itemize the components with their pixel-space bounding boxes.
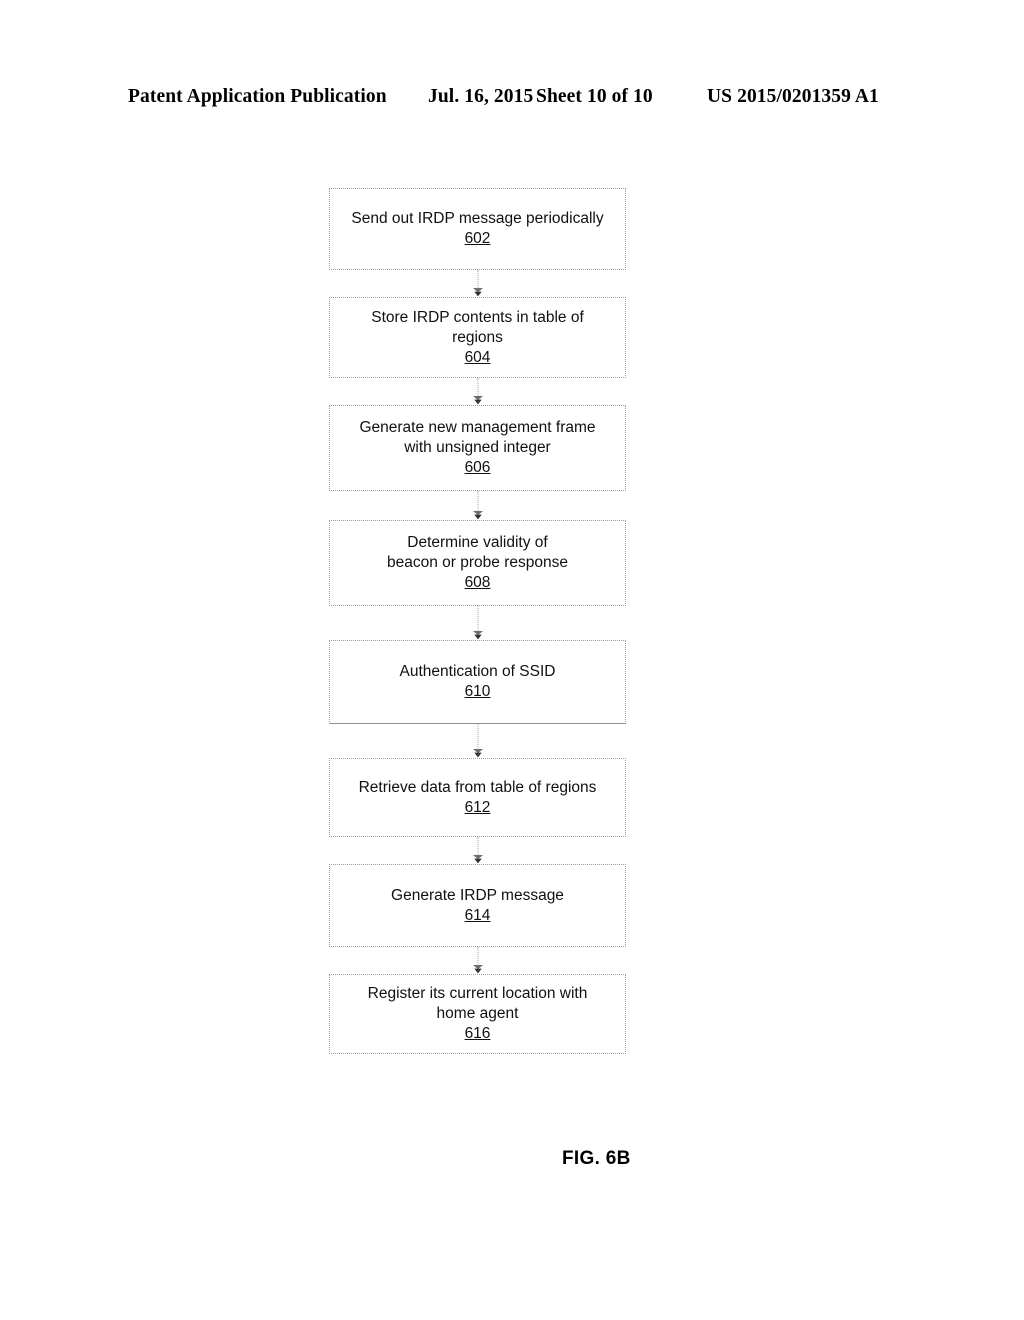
flow-node-label: Store IRDP contents in table of regions [371, 308, 584, 346]
publication-date-label: Jul. 16, 2015 [428, 86, 534, 107]
flow-node-reference: 616 [464, 1025, 491, 1042]
flow-connector [329, 947, 626, 974]
flow-node-reference: 602 [464, 230, 491, 247]
publication-number-label: US 2015/0201359 A1 [707, 86, 879, 107]
double-chevron-down-arrow-icon [472, 288, 483, 297]
flow-connector [329, 724, 626, 758]
flow-node-reference: 614 [464, 906, 491, 924]
connector-line [477, 606, 478, 633]
flow-node-label: Authentication of SSID [399, 663, 556, 680]
flow-connector [329, 837, 626, 864]
flow-connector [329, 491, 626, 520]
sheet-header: Patent Application Publication Jul. 16, … [0, 86, 1024, 116]
flow-node-reference: 612 [464, 798, 491, 816]
double-chevron-down-arrow-icon [472, 396, 483, 405]
flow-node-label: Determine validity of beacon or probe re… [387, 534, 568, 571]
connector-line [477, 378, 478, 398]
flow-node-606: Generate new management frame with unsig… [329, 405, 626, 491]
flow-node-602: Send out IRDP message periodically 602 [329, 188, 626, 270]
flow-node-610: Authentication of SSID 610 [329, 640, 626, 724]
flow-node-reference: 608 [464, 574, 491, 591]
figure-caption: FIG. 6B [562, 1148, 631, 1169]
double-chevron-down-arrow-icon [472, 511, 483, 520]
flow-node-reference: 604 [464, 348, 491, 366]
flow-node-label: Send out IRDP message periodically [351, 210, 604, 227]
flow-node-608: Determine validity of beacon or probe re… [329, 520, 626, 606]
connector-line [477, 491, 478, 513]
flow-node-reference: 606 [464, 459, 491, 476]
double-chevron-down-arrow-icon [472, 749, 483, 758]
connector-line [477, 724, 478, 751]
flow-node-604: Store IRDP contents in table of regions … [329, 297, 626, 378]
flow-node-612: Retrieve data from table of regions 612 [329, 758, 626, 837]
double-chevron-down-arrow-icon [472, 855, 483, 864]
flow-connector [329, 378, 626, 405]
flow-node-label: Generate IRDP message [391, 886, 564, 904]
double-chevron-down-arrow-icon [472, 965, 483, 974]
publication-type-label: Patent Application Publication [128, 86, 387, 107]
flow-connector [329, 270, 626, 297]
flow-node-616: Register its current location with home … [329, 974, 626, 1054]
connector-line [477, 947, 478, 967]
flow-node-label: Generate new management frame with unsig… [359, 419, 596, 456]
double-chevron-down-arrow-icon [472, 631, 483, 640]
flow-node-label: Retrieve data from table of regions [358, 778, 597, 796]
connector-line [477, 270, 478, 290]
flow-node-614: Generate IRDP message 614 [329, 864, 626, 947]
sheet-number-label: Sheet 10 of 10 [536, 86, 653, 107]
flow-node-reference: 610 [464, 683, 491, 700]
flow-connector [329, 606, 626, 640]
flowchart-diagram: Send out IRDP message periodically 602 S… [329, 188, 626, 1054]
connector-line [477, 837, 478, 857]
flow-node-label: Register its current location with home … [367, 985, 588, 1022]
